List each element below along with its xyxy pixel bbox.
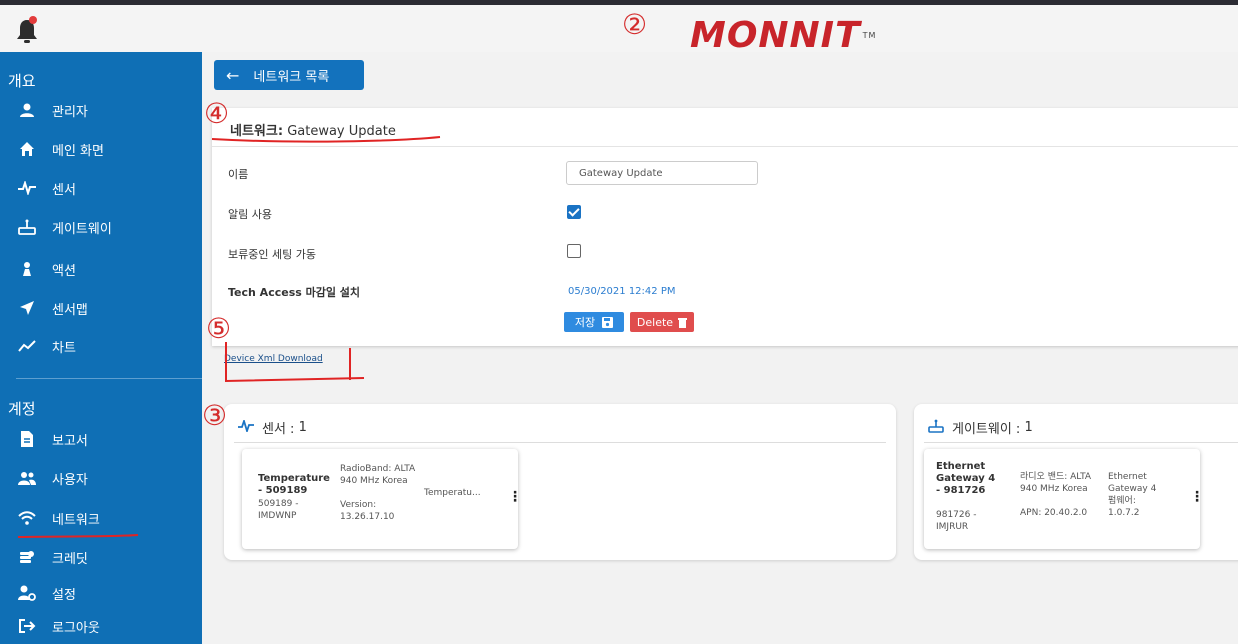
app-window: MONNIT TM 개요 관리자 메인 화면 센서 게이트웨이 액션 센서맵 차… [0, 0, 1238, 644]
annotation-marks [17, 136, 441, 538]
